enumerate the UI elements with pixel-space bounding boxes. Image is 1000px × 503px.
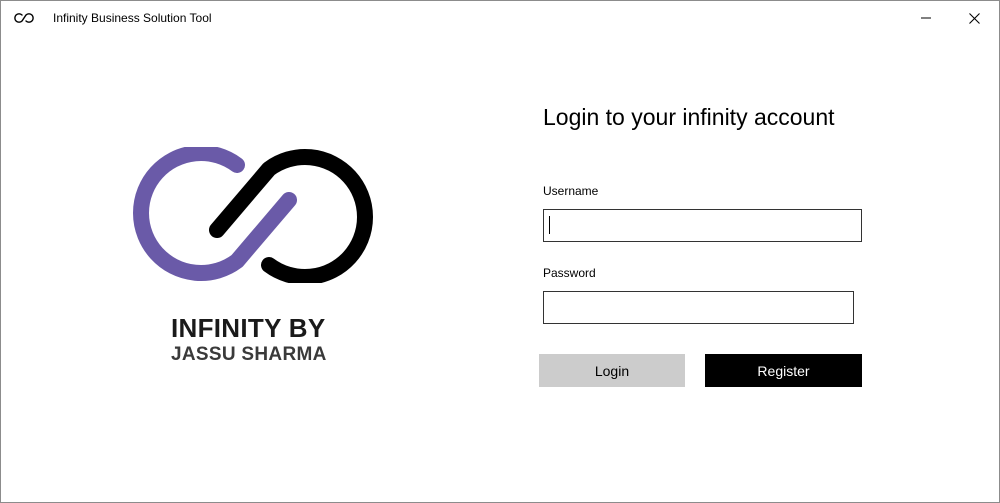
minimize-icon [921,17,931,19]
close-icon [968,12,980,24]
title-bar: Infinity Business Solution Tool [1,1,999,35]
login-button[interactable]: Login [539,354,685,387]
infinity-logo [133,147,373,283]
username-input[interactable] [543,209,862,242]
brand-title: INFINITY BY [171,313,326,343]
username-label: Username [543,184,599,198]
infinity-icon [14,13,34,23]
text-caret [549,216,550,234]
login-heading: Login to your infinity account [543,104,835,130]
brand-subtitle: JASSU SHARMA [171,344,327,365]
password-input[interactable] [543,291,854,324]
minimize-button[interactable] [903,1,949,35]
register-button[interactable]: Register [705,354,862,387]
window-title: Infinity Business Solution Tool [53,11,212,25]
app-window: Infinity Business Solution Tool INFINITY… [0,0,1000,503]
password-label: Password [543,266,596,280]
close-button[interactable] [951,1,997,35]
